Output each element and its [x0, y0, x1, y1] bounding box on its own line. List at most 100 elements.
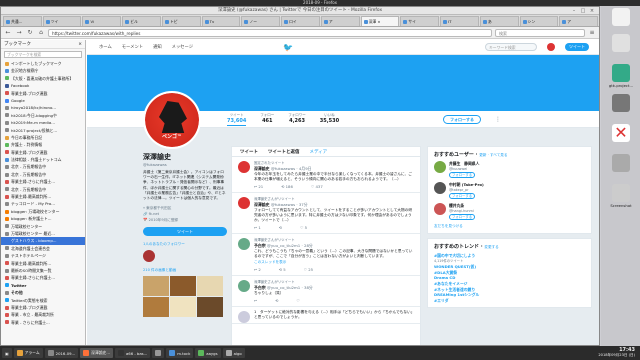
show-thread-link[interactable]: このスレッドを表示 [254, 260, 414, 265]
bookmark-item[interactable]: hk2018:今日-bloggingや [1, 112, 85, 119]
retweet-icon[interactable]: ⟲ [279, 225, 282, 230]
bookmark-item[interactable]: hk2019:Me-m media... [1, 119, 85, 126]
photos-link[interactable]: 210 件の画像と動画 [143, 268, 227, 273]
bookmark-item[interactable]: 【大阪・喜連瓜破の弁護士事務所】 [1, 75, 85, 82]
nav-notifications[interactable]: 通知 [153, 44, 162, 50]
tweet-author[interactable]: 予白宗 [254, 243, 266, 248]
tweet-avatar[interactable] [238, 197, 250, 209]
bookmark-item[interactable]: Twitter [1, 282, 85, 289]
tweet-author[interactable]: 深澤諭史 [254, 202, 270, 207]
tweet[interactable]: 固定されたツイート 深澤諭史 @fukazawas · 4月9日 今年のお年玉をして… [232, 157, 420, 193]
bookmark-item[interactable]: テストホテルページ [1, 252, 85, 259]
search-bar[interactable]: 検索 [495, 28, 585, 37]
taskbar-item[interactable]: m.tock [166, 348, 194, 358]
browser-tab[interactable]: ロイ [281, 16, 320, 26]
taskbar-item[interactable]: a66 - bas... [114, 348, 151, 358]
bookmark-item[interactable]: 万場政校センター [1, 223, 85, 230]
retweet-icon[interactable]: ⟲ 186 [281, 184, 293, 189]
reply-icon[interactable]: ↩ 2 [254, 267, 261, 272]
bookmark-item[interactable]: 弁護士 - 判例情報 [1, 141, 85, 148]
bookmark-item[interactable]: Twitterの実態を検索 [1, 297, 85, 304]
tweet-handle[interactable]: @yuu_co_tlu2m1 · 38分 [267, 285, 313, 290]
minimize-icon[interactable]: – [571, 8, 577, 14]
trend-item[interactable]: #国の中で大切にしよう 4,119件のツイート [434, 253, 585, 264]
browser-tab[interactable]: シン [519, 16, 559, 26]
suggested-user[interactable]: 中村朝 (Take-Pro) @takepr_pr フォローする [434, 182, 585, 199]
desktop-icon[interactable]: gtk-project... [606, 64, 636, 88]
browser-tab[interactable]: ビル [122, 16, 161, 26]
stat-3[interactable]: いいね 35,530 [320, 113, 339, 126]
tweet[interactable]: 深澤諭史さんがリツイート 予白宗 @yuu_co_tlu2m1 · 28分 これ、ど… [232, 234, 420, 276]
bookmark-item[interactable]: hk2017:project/投稿と... [1, 127, 85, 134]
follower-avatar[interactable] [143, 250, 155, 263]
tab-tweets[interactable]: ツイート [240, 149, 258, 155]
back-arrow-icon[interactable]: ← [4, 29, 12, 37]
profile-handle[interactable]: @fukazawas [143, 162, 227, 167]
taskbar-item[interactable] [152, 348, 165, 358]
tweet-avatar[interactable] [238, 311, 250, 323]
bookmark-item[interactable]: ゲストハウス - bloomp... [1, 237, 85, 245]
follow-user-button[interactable]: フォローする [449, 172, 475, 178]
profile-avatar[interactable]: ペンゴ™ [143, 91, 201, 149]
home-icon[interactable]: ⌂ [37, 29, 45, 37]
retweet-icon[interactable]: ⟲ [275, 298, 278, 303]
reply-icon[interactable]: ↩ 1 [254, 225, 261, 230]
browser-tab[interactable]: サイ [400, 16, 440, 26]
bookmark-item[interactable]: 北京 - 万長期報告中 [1, 171, 85, 178]
browser-tab[interactable]: ツイ [42, 16, 82, 26]
tweet-handle[interactable]: @yuu_co_tlu2m1 · 28分 [267, 243, 313, 248]
bookmark-item[interactable]: インポートしたブックマーク [1, 60, 85, 67]
twitter-search-input[interactable]: キーワード検索 [485, 43, 537, 51]
photo-thumb[interactable] [170, 276, 196, 297]
trend-item[interactable]: #エリダ [434, 298, 585, 304]
browser-tab[interactable]: 深澤 × [360, 16, 400, 26]
sidebar-close-icon[interactable]: × [78, 40, 82, 48]
taskbar-item[interactable]: algo [222, 348, 245, 358]
photo-thumb[interactable] [197, 297, 223, 318]
compose-tweet-button[interactable]: ツイート [565, 43, 589, 51]
browser-tab[interactable]: あ [479, 16, 519, 26]
follow-user-button[interactable]: フォローする [449, 214, 475, 220]
bookmark-item[interactable]: 専業主婦-ブログ連載 [1, 149, 85, 156]
browser-tab[interactable]: IT [440, 16, 479, 26]
bookmark-item[interactable]: 専業主婦-最高裁判所... [1, 193, 85, 200]
retweet-icon[interactable]: ⟲ 5 [279, 267, 286, 272]
stat-1[interactable]: フォロー 461 [260, 113, 274, 126]
stat-2[interactable]: フォロワー 4,263 [288, 113, 306, 126]
clock[interactable]: 17:43 2018年09月23日 (日) [598, 348, 638, 358]
bookmark-item[interactable]: 法律相談 - 弁護士ドットコム [1, 156, 85, 163]
tweet-author[interactable]: 深澤諭史 [254, 166, 270, 171]
bookmark-item[interactable]: 専業 - さらに弁護士... [1, 319, 85, 326]
browser-tab[interactable]: ア [320, 16, 360, 26]
bookmark-item[interactable]: 専業主婦-最高裁判所... [1, 260, 85, 267]
like-icon[interactable]: ♡ [296, 298, 299, 303]
tweet[interactable]: 深澤諭史さんがリツイート 深澤諭史 @fukazawas · 37分 フォローしてて… [232, 193, 420, 234]
bookmark-item[interactable]: 専業主婦-ブログ連載 [1, 90, 85, 97]
tweet[interactable]: 1 ターゲットに絶対的な影響を与える（…）相手は「どちらでもいい」から「ちかんで… [232, 307, 420, 324]
bookmark-item[interactable]: 北京 - 万長期報告中 [1, 186, 85, 193]
twitter-bird-icon[interactable]: 🐦 [283, 43, 293, 52]
followers-you-know-link[interactable]: 1人のあなたのフォロワー [143, 242, 227, 247]
desktop-icon[interactable] [606, 34, 636, 53]
browser-tab[interactable]: ノー [241, 16, 281, 26]
nav-home[interactable]: ホーム [99, 44, 112, 50]
follow-user-button[interactable]: フォローする [449, 193, 475, 199]
bookmark-item[interactable]: 専業 - 市立 - 最高裁判所 [1, 311, 85, 318]
taskbar-item[interactable]: 2016-09... [44, 348, 79, 358]
maximize-icon[interactable]: □ [580, 8, 586, 14]
tab-media[interactable]: メディア [310, 149, 328, 155]
tweet-handle[interactable]: @fukazawas · 37分 [271, 202, 308, 207]
bookmark-item[interactable]: hiroyo2018/kc/hirono... [1, 104, 85, 111]
bookmark-item[interactable]: 万場政校センター 最近... [1, 230, 85, 237]
browser-tab[interactable]: ア [559, 16, 599, 26]
bookmark-item[interactable]: 北京 - 万長期報告中 [1, 163, 85, 170]
url-bar[interactable]: https://twitter.com/fukazawas/with_repli… [48, 28, 492, 37]
photo-thumb[interactable] [143, 297, 169, 318]
desktop-icon[interactable] [606, 94, 636, 113]
desktop-icon[interactable] [606, 8, 636, 27]
nav-moments[interactable]: モーメント [122, 44, 143, 50]
start-menu-icon[interactable]: ▣ [2, 348, 12, 358]
taskbar-item[interactable]: アラーム [13, 348, 43, 358]
tweet-author[interactable]: 予白宗 [254, 285, 266, 290]
desktop-icon[interactable]: Screenshot [606, 184, 636, 208]
